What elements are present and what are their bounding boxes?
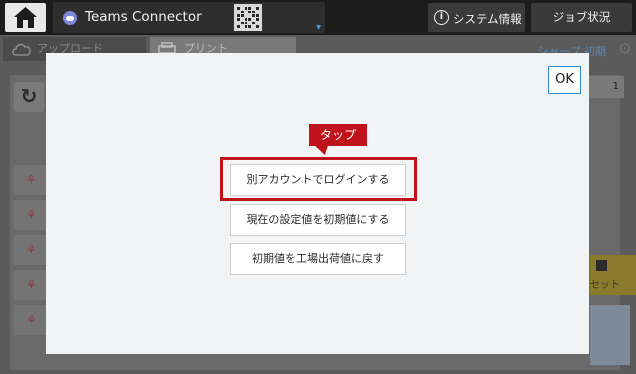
list-item: ⚘ [14, 235, 48, 265]
system-info-button[interactable]: i システム情報 [428, 3, 525, 32]
reset-label: セット [590, 280, 620, 291]
back-arrow-icon: ↻ [14, 82, 44, 112]
tap-callout: タップ [309, 124, 367, 146]
qr-code-icon[interactable] [234, 4, 262, 31]
system-info-label: システム情報 [453, 12, 522, 26]
list-item: ⚘ [14, 305, 48, 335]
pdf-icon: ⚘ [26, 173, 37, 187]
set-current-as-default-button[interactable]: 現在の設定値を初期値にする [230, 204, 406, 236]
app-tab-teams-connector[interactable]: Teams Connector ▼ [53, 2, 325, 33]
side-panel [590, 305, 630, 365]
callout-pointer [314, 145, 332, 155]
list-item: ⚘ [14, 270, 48, 300]
highlight-frame [220, 157, 417, 201]
list-item: ⚘ [14, 200, 48, 230]
reset-button: セット [590, 255, 636, 295]
ok-button[interactable]: OK [548, 66, 581, 94]
list-item: ⚘ [14, 165, 48, 195]
settings-dialog: OK タップ 別アカウントでログインする 現在の設定値を初期値にする 初期値を工… [46, 53, 589, 354]
pdf-icon: ⚘ [26, 208, 37, 222]
pdf-icon: ⚘ [26, 313, 37, 327]
reset-to-factory-button[interactable]: 初期値を工場出荷値に戻す [230, 243, 406, 275]
pdf-icon: ⚘ [26, 278, 37, 292]
home-button[interactable] [5, 3, 46, 32]
tab-dropdown-caret-icon: ▼ [316, 24, 321, 31]
top-bar: Teams Connector ▼ i システム情報 ジョブ状況 [0, 0, 636, 35]
app-title: Teams Connector [85, 9, 202, 25]
edit-icon [596, 260, 607, 271]
job-status-button[interactable]: ジョブ状況 [531, 3, 632, 32]
home-icon [14, 7, 37, 28]
cloud-upload-icon [12, 43, 31, 56]
pdf-icon: ⚘ [26, 243, 37, 257]
teams-connector-icon [63, 11, 77, 25]
gear-icon: ⚙ [617, 39, 632, 58]
info-icon: i [434, 10, 449, 25]
